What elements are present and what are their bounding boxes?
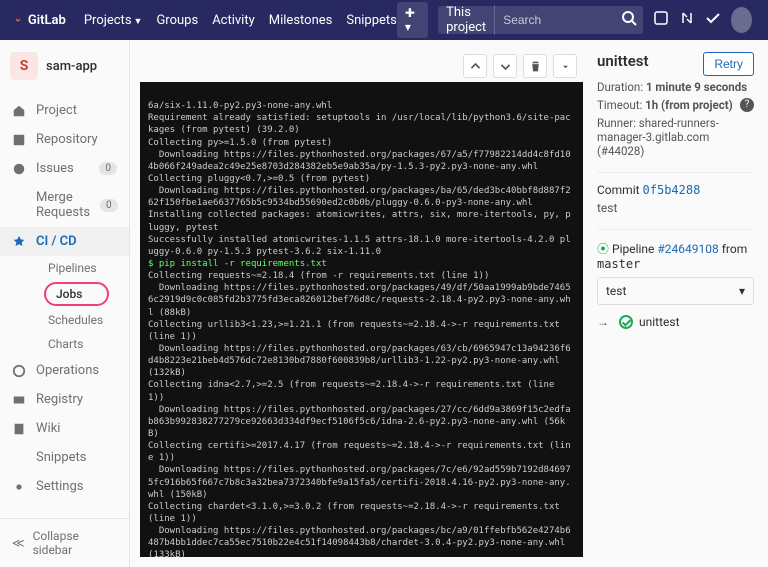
search-scope[interactable]: This project bbox=[438, 5, 495, 35]
nav-snippets-side[interactable]: Snippets bbox=[0, 443, 129, 472]
job-sidebar: Retry unittest Duration: 1 minute 9 seco… bbox=[583, 40, 768, 567]
nav-registry[interactable]: Registry bbox=[0, 385, 129, 414]
nav-wiki[interactable]: Wiki bbox=[0, 414, 129, 443]
collapse-sidebar[interactable]: ≪Collapse sidebar bbox=[0, 518, 129, 567]
scroll-bottom-button[interactable] bbox=[493, 54, 517, 78]
mr-icon[interactable] bbox=[679, 10, 695, 30]
nav-operations[interactable]: Operations bbox=[0, 356, 129, 385]
nav-charts[interactable]: Charts bbox=[36, 332, 129, 356]
nav-project[interactable]: Project bbox=[0, 96, 129, 125]
job-log[interactable]: 6a/six-1.11.0-py2.py3-none-any.whl Requi… bbox=[140, 82, 583, 557]
new-dropdown[interactable]: ✚ ▾ bbox=[397, 2, 428, 38]
nav-snippets[interactable]: Snippets bbox=[346, 13, 397, 28]
nav-projects[interactable]: Projects▼ bbox=[84, 13, 143, 28]
job-list-item[interactable]: → unittest bbox=[597, 315, 754, 329]
arrow-right-icon: → bbox=[597, 315, 609, 329]
nav-settings[interactable]: Settings bbox=[0, 472, 129, 501]
scroll-top-button[interactable] bbox=[463, 54, 487, 78]
nav-cicd[interactable]: CI / CD bbox=[0, 227, 129, 256]
nav-merge-requests[interactable]: Merge Requests0 bbox=[0, 183, 129, 227]
search-input[interactable] bbox=[495, 13, 615, 27]
commit-message: test bbox=[597, 201, 754, 215]
nav-groups[interactable]: Groups bbox=[156, 13, 198, 28]
nav-schedules[interactable]: Schedules bbox=[36, 308, 129, 332]
gitlab-wordmark[interactable]: GitLab bbox=[28, 13, 66, 28]
sidebar: S sam-app Project Repository Issues0 Mer… bbox=[0, 40, 130, 567]
search-box: This project bbox=[438, 6, 643, 34]
status-success-icon bbox=[619, 315, 633, 329]
nav-issues[interactable]: Issues0 bbox=[0, 154, 129, 183]
project-header[interactable]: S sam-app bbox=[0, 40, 129, 92]
project-avatar: S bbox=[10, 52, 38, 80]
pipeline-link[interactable]: #24649108 bbox=[657, 242, 718, 256]
nav-pipelines[interactable]: Pipelines bbox=[36, 256, 129, 280]
todos-icon[interactable] bbox=[705, 10, 721, 30]
topbar: GitLab Projects▼ Groups Activity Milesto… bbox=[0, 0, 768, 40]
download-log-button[interactable] bbox=[553, 54, 577, 78]
commit-link[interactable]: 0f5b4288 bbox=[643, 183, 701, 197]
stage-dropdown[interactable]: test▾ bbox=[597, 277, 754, 305]
nav-milestones[interactable]: Milestones bbox=[269, 13, 333, 28]
user-avatar[interactable] bbox=[731, 7, 752, 33]
search-icon[interactable] bbox=[615, 10, 643, 30]
retry-button[interactable]: Retry bbox=[703, 52, 754, 76]
issues-icon[interactable] bbox=[653, 10, 669, 30]
nav-jobs[interactable]: Jobs bbox=[44, 282, 109, 306]
gitlab-logo[interactable] bbox=[16, 8, 20, 32]
help-icon[interactable]: ? bbox=[740, 98, 754, 112]
nav-activity[interactable]: Activity bbox=[212, 13, 255, 28]
nav-repository[interactable]: Repository bbox=[0, 125, 129, 154]
erase-log-button[interactable] bbox=[523, 54, 547, 78]
